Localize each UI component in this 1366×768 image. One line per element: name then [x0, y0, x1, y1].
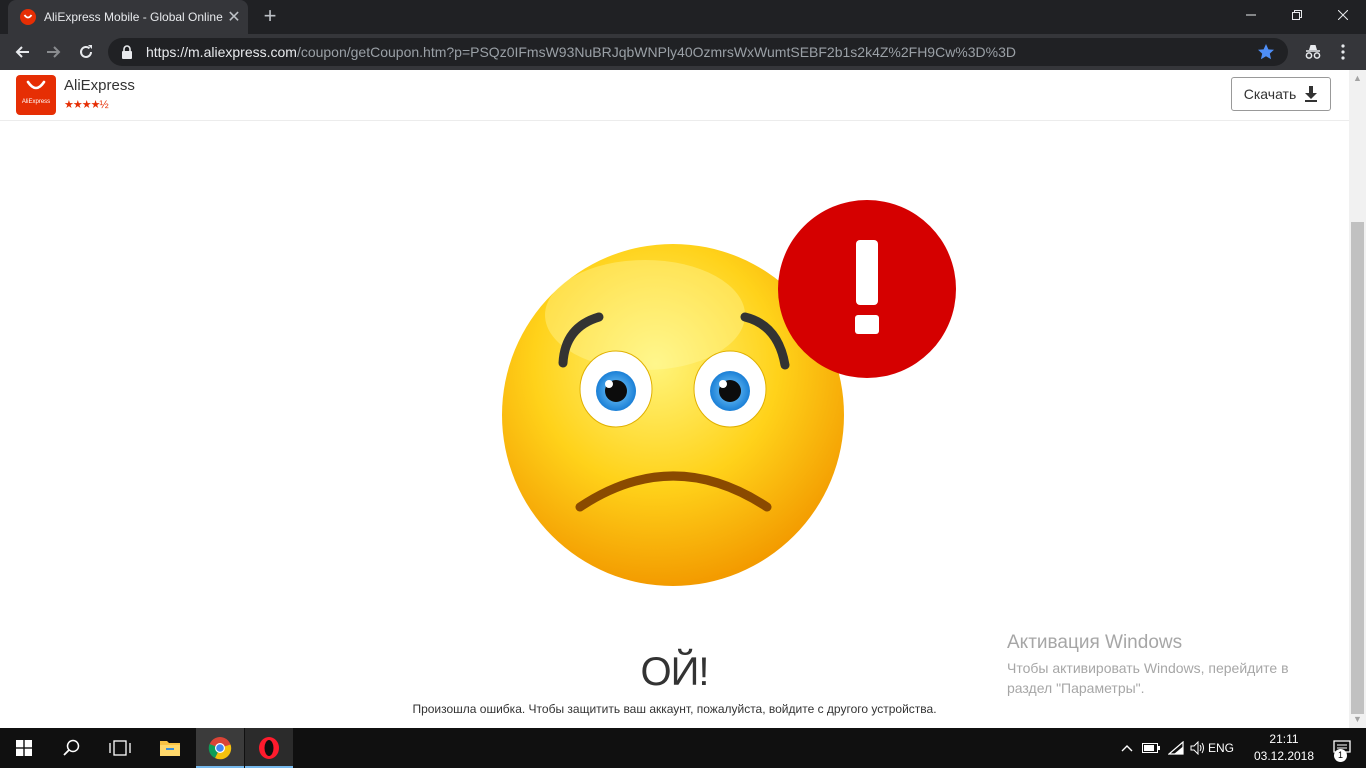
reload-icon[interactable] [72, 38, 100, 66]
action-center-icon[interactable] [1322, 728, 1362, 768]
download-label: Скачать [1243, 86, 1297, 102]
notification-count-badge: 1 [1334, 749, 1347, 762]
smile-logo-icon [26, 80, 46, 90]
download-button[interactable]: Скачать [1231, 77, 1331, 111]
browser-toolbar: https://m.aliexpress.com/coupon/getCoupo… [0, 34, 1366, 70]
search-icon[interactable] [48, 728, 96, 768]
back-arrow-icon[interactable] [8, 38, 36, 66]
url-host: https://m.aliexpress.com [146, 44, 297, 60]
windows-activation-watermark: Активация Windows Чтобы активировать Win… [1007, 632, 1289, 698]
tray-overflow-chevron-icon[interactable] [1118, 728, 1136, 768]
sad-emoji-illustration [502, 200, 956, 586]
address-bar[interactable]: https://m.aliexpress.com/coupon/getCoupo… [108, 38, 1288, 66]
lock-icon [122, 45, 132, 59]
windows-start-icon[interactable] [0, 728, 48, 768]
exclamation-alert-icon [778, 200, 956, 378]
tab-title: AliExpress Mobile - Global Online Shoppi… [44, 10, 224, 24]
aliexpress-favicon-icon [20, 9, 36, 25]
file-explorer-icon[interactable] [146, 728, 194, 768]
bookmark-star-icon[interactable] [1256, 42, 1276, 62]
clock-time: 21:11 [1269, 732, 1299, 746]
error-message: Произошла ошибка. Чтобы защитить ваш акк… [412, 702, 937, 716]
watermark-line-1: Чтобы активировать Windows, перейдите в [1007, 660, 1289, 676]
menu-kebab-icon[interactable] [1332, 41, 1354, 63]
battery-icon[interactable] [1140, 728, 1162, 768]
watermark-title: Активация Windows [1007, 632, 1183, 653]
new-tab-button[interactable]: + [258, 4, 282, 28]
chrome-taskbar-icon[interactable] [196, 728, 244, 768]
browser-tab-strip: AliExpress Mobile - Global Online Shoppi… [0, 0, 1366, 34]
url-text: https://m.aliexpress.com/coupon/getCoupo… [146, 44, 1016, 60]
rating-stars: ★★★★½ [64, 99, 109, 111]
window-close-icon[interactable] [1320, 0, 1366, 30]
logo-caption: AliExpress [21, 99, 51, 105]
page-scrollbar[interactable]: ▲ ▼ [1349, 70, 1366, 728]
incognito-extension-icon[interactable] [1302, 41, 1324, 63]
windows-taskbar: ENG 21:11 03.12.2018 [0, 728, 1366, 768]
wifi-icon[interactable] [1165, 728, 1187, 768]
aliexpress-app-logo[interactable]: AliExpress [16, 75, 56, 115]
scroll-up-arrow-icon[interactable]: ▲ [1349, 70, 1366, 87]
watermark-line-2: раздел "Параметры". [1007, 680, 1145, 696]
minimize-icon[interactable] [1228, 0, 1274, 30]
volume-icon[interactable] [1188, 728, 1208, 768]
forward-arrow-icon[interactable] [40, 38, 68, 66]
tab-aliexpress[interactable]: AliExpress Mobile - Global Online Shoppi… [8, 0, 248, 34]
restore-icon[interactable] [1274, 0, 1320, 30]
app-name: AliExpress [64, 77, 135, 94]
scroll-down-arrow-icon[interactable]: ▼ [1349, 711, 1366, 728]
input-language-indicator[interactable]: ENG [1208, 728, 1234, 768]
taskbar-clock[interactable]: 21:11 03.12.2018 [1246, 731, 1322, 765]
download-icon [1305, 86, 1318, 102]
app-download-banner: AliExpress AliExpress ★★★★½ Скачать [0, 70, 1349, 121]
task-view-icon[interactable] [96, 728, 144, 768]
url-path: /coupon/getCoupon.htm?p=PSQz0IFmsW93NuBR… [296, 44, 1016, 60]
clock-date: 03.12.2018 [1253, 749, 1315, 763]
scroll-thumb[interactable] [1351, 222, 1364, 714]
opera-taskbar-icon[interactable] [245, 728, 293, 768]
tab-close-icon[interactable]: ✕ [226, 7, 242, 27]
